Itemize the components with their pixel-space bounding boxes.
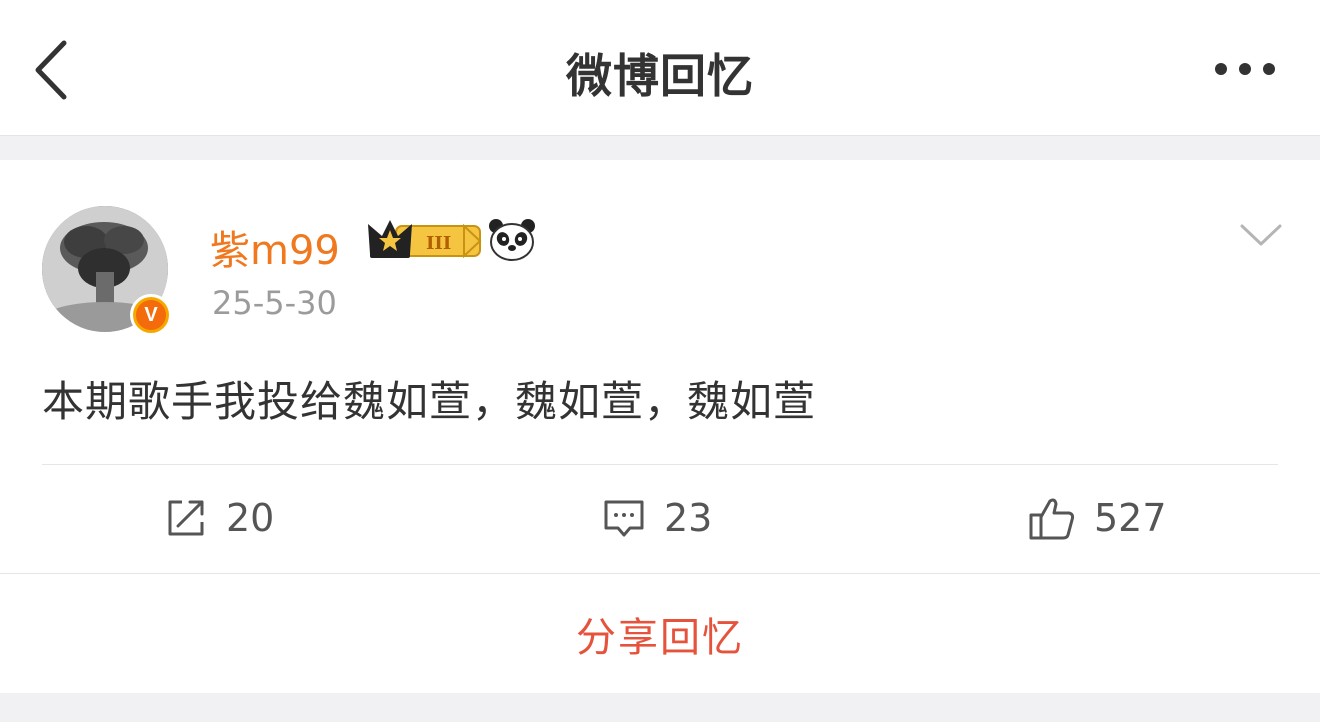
comment-button[interactable]: 23	[602, 490, 712, 546]
post-timestamp: 25-5-30	[212, 284, 337, 322]
divider	[42, 464, 1278, 465]
post-content: 本期歌手我投给魏如萱，魏如萱，魏如萱	[42, 377, 817, 426]
post-card: V 紫m99 III 25-5-30 本期歌手我投给魏如萱，魏如萱，魏如萱 20	[0, 160, 1320, 693]
panda-icon	[489, 219, 535, 261]
more-dots-icon	[1215, 63, 1227, 75]
repost-button[interactable]: 20	[164, 490, 274, 546]
author-name[interactable]: 紫m99	[210, 218, 340, 276]
repost-count: 20	[226, 496, 275, 540]
verified-badge-label: V	[136, 300, 166, 330]
more-dots-icon	[1239, 63, 1251, 75]
thumbs-up-icon	[1029, 498, 1075, 540]
repost-icon	[168, 500, 204, 536]
like-button[interactable]: 527	[1028, 490, 1167, 546]
share-memory-button[interactable]: 分享回忆	[0, 574, 1320, 693]
comment-icon	[604, 500, 644, 537]
app-header: 微博回忆	[0, 0, 1320, 136]
like-count: 527	[1094, 496, 1167, 540]
comment-count: 23	[664, 496, 713, 540]
more-dots-icon	[1263, 63, 1275, 75]
verified-badge: V	[130, 294, 172, 336]
member-level-label: III	[426, 233, 451, 254]
more-options-button[interactable]	[1200, 48, 1290, 90]
page-title: 微博回忆	[566, 49, 754, 103]
chevron-down-icon[interactable]	[1238, 220, 1284, 250]
member-crown-badge-icon[interactable]: III	[366, 216, 482, 262]
